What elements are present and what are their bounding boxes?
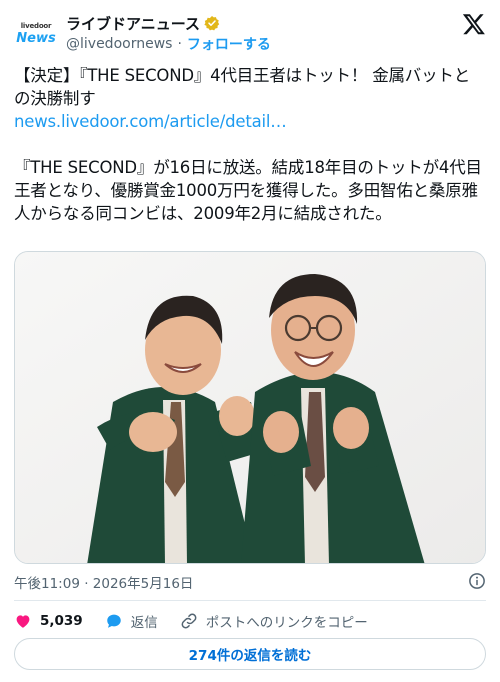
verified-badge-icon (204, 16, 220, 31)
reply-button[interactable]: 返信 (105, 611, 158, 631)
tweet-body: 『THE SECOND』が16日に放送。結成18年目のトットが4代目王者となり、… (14, 158, 482, 223)
follow-button[interactable]: フォローする (187, 34, 271, 54)
separator-dot: · (177, 36, 182, 52)
tweet-text: 【決定】『THE SECOND』4代目王者はトット！ 金属バットとの決勝制す n… (14, 64, 486, 225)
display-name[interactable]: ライブドアニュース (66, 13, 200, 34)
photo-two-men-fist-pose (15, 252, 485, 563)
info-icon[interactable] (468, 572, 486, 590)
reply-label: 返信 (130, 615, 158, 631)
like-count: 5,039 (40, 613, 83, 629)
like-button[interactable]: 5,039 (14, 612, 83, 630)
account-names: ライブドアニュース @livedoornews · フォローする (66, 12, 271, 54)
copy-link-button[interactable]: ポストへのリンクをコピー (180, 611, 368, 631)
timestamp[interactable]: 午後11:09 · 2026年5月16日 (14, 572, 193, 592)
tweet-headline: 【決定】『THE SECOND』4代目王者はトット！ 金属バットとの決勝制す (14, 66, 471, 108)
heart-icon (16, 615, 30, 628)
copy-link-label: ポストへのリンクをコピー (205, 615, 368, 631)
divider (14, 600, 486, 601)
link-icon (181, 613, 197, 629)
tweet-embed-card: livedoor News ライブドアニュース @livedoornews · … (0, 0, 500, 682)
read-replies-button[interactable]: 274件の返信を読む (14, 638, 486, 670)
avatar[interactable]: livedoor News (14, 12, 58, 56)
reply-bubble-icon (106, 614, 121, 628)
timestamp-row: 午後11:09 · 2026年5月16日 (14, 572, 486, 592)
avatar-logo-line1: livedoor (20, 22, 52, 30)
read-replies-label: 274件の返信を読む (188, 648, 312, 664)
tweet-header: livedoor News ライブドアニュース @livedoornews · … (14, 10, 486, 56)
tweet-photo[interactable] (14, 251, 486, 564)
account-handle[interactable]: @livedoornews (66, 36, 172, 52)
action-bar: 5,039 返信 ポストへのリンクをコピー (14, 608, 486, 634)
avatar-logo-line2: News (16, 31, 56, 46)
article-link[interactable]: news.livedoor.com/article/detail… (14, 112, 287, 131)
x-logo-icon[interactable] (462, 12, 486, 36)
